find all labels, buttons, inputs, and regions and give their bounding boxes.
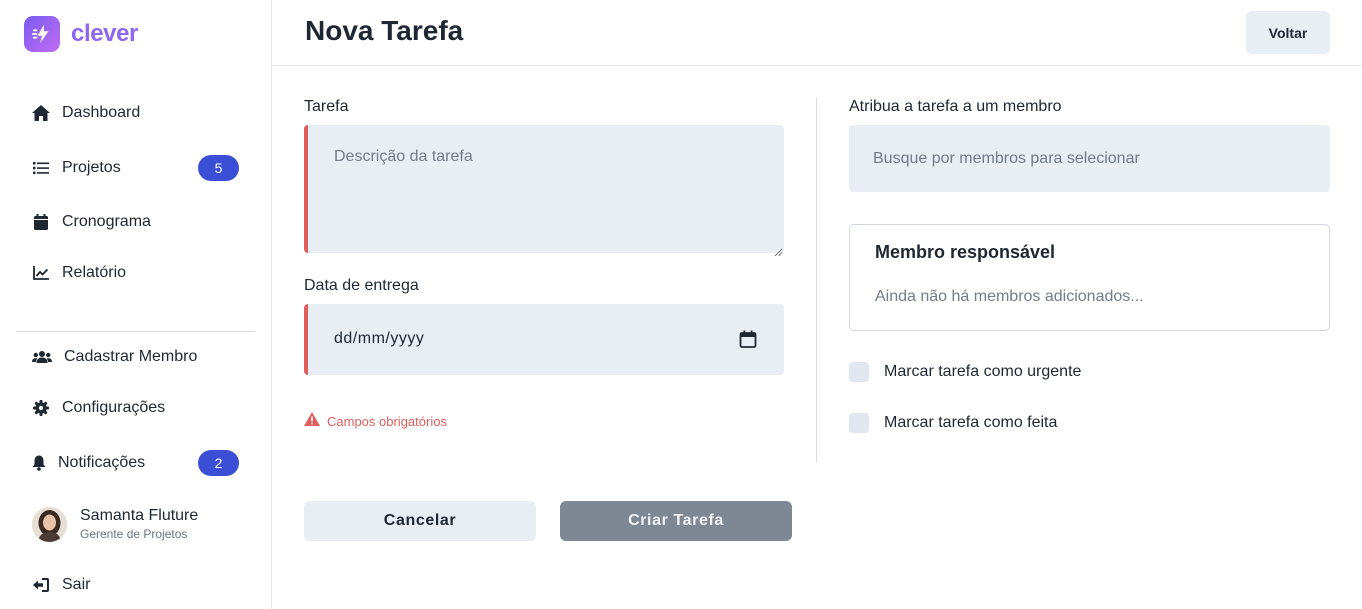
user-profile[interactable]: Samanta Fluture Gerente de Projetos (32, 506, 198, 542)
validation-error-text: Campos obrigatórios (327, 414, 447, 429)
back-button[interactable]: Voltar (1246, 11, 1330, 54)
responsible-member-empty: Ainda não há membros adicionados... (875, 288, 1144, 305)
column-divider (816, 98, 817, 462)
profile-role: Gerente de Projetos (80, 527, 188, 541)
responsible-member-card: Membro responsável Ainda não há membros … (849, 224, 1330, 331)
due-date-value: dd/mm/yyyy (334, 330, 425, 347)
home-icon (32, 104, 50, 122)
sidebar: clever Dashboard Projetos 5 Cronograma R… (0, 0, 272, 609)
create-task-button[interactable]: Criar Tarefa (560, 501, 792, 541)
sidebar-item-label: Cronograma (62, 213, 151, 230)
due-date-label: Data de entrega (304, 277, 419, 294)
page-title: Nova Tarefa (305, 15, 464, 46)
warning-icon (304, 412, 320, 431)
logout-label: Sair (62, 576, 91, 593)
logout-button[interactable]: Sair (16, 565, 254, 605)
bolt-logo-icon (24, 16, 60, 52)
gear-icon (32, 399, 50, 417)
done-checkbox[interactable] (849, 413, 869, 433)
sidebar-item-label: Dashboard (62, 104, 141, 121)
cancel-button[interactable]: Cancelar (304, 501, 536, 541)
notifications-count-badge: 2 (198, 450, 239, 476)
sidebar-item-label: Notificações (58, 454, 146, 471)
resize-handle-icon[interactable] (774, 243, 783, 257)
task-label: Tarefa (304, 98, 349, 115)
responsible-member-title: Membro responsável (875, 242, 1056, 262)
sidebar-item-dashboard[interactable]: Dashboard (16, 93, 254, 133)
task-description-placeholder: Descrição da tarefa (334, 148, 473, 165)
member-search-input[interactable]: Busque por membros para selecionar (849, 125, 1330, 192)
sidebar-item-relatorio[interactable]: Relatório (16, 253, 254, 293)
sidebar-item-configuracoes[interactable]: Configurações (16, 388, 254, 428)
sidebar-item-label: Configurações (62, 399, 166, 416)
bell-icon (32, 454, 46, 472)
sidebar-item-cronograma[interactable]: Cronograma (16, 202, 254, 242)
sidebar-item-label: Projetos (62, 159, 121, 176)
member-search-placeholder: Busque por membros para selecionar (873, 150, 1140, 167)
sidebar-item-cadastrar-membro[interactable]: Cadastrar Membro (16, 337, 254, 377)
avatar (32, 506, 67, 542)
done-checkbox-row[interactable]: Marcar tarefa como feita (849, 413, 1057, 433)
projects-count-badge: 5 (198, 155, 239, 181)
chart-icon (32, 264, 50, 282)
validation-error: Campos obrigatórios (304, 412, 447, 431)
sidebar-divider (16, 331, 255, 332)
urgent-checkbox-label[interactable]: Marcar tarefa como urgente (884, 363, 1081, 381)
done-checkbox-label[interactable]: Marcar tarefa como feita (884, 414, 1057, 432)
users-icon (32, 348, 52, 366)
urgent-checkbox[interactable] (849, 362, 869, 382)
profile-name: Samanta Fluture (80, 507, 199, 524)
list-icon (32, 159, 50, 177)
logo[interactable]: clever (24, 16, 138, 52)
brand-name: clever (71, 20, 138, 47)
due-date-input[interactable]: dd/mm/yyyy (304, 304, 784, 375)
app: clever Dashboard Projetos 5 Cronograma R… (0, 0, 1362, 609)
task-description-input[interactable]: Descrição da tarefa (304, 125, 784, 257)
calendar-icon (32, 213, 50, 231)
sidebar-item-notificacoes[interactable]: Notificações 2 (16, 443, 254, 483)
urgent-checkbox-row[interactable]: Marcar tarefa como urgente (849, 362, 1081, 382)
page-header: Nova Tarefa Voltar (272, 0, 1362, 66)
sidebar-item-projetos[interactable]: Projetos 5 (16, 148, 254, 188)
sidebar-item-label: Cadastrar Membro (64, 348, 198, 365)
assign-member-label: Atribua a tarefa a um membro (849, 98, 1062, 115)
calendar-picker-icon[interactable] (739, 330, 757, 348)
sidebar-item-label: Relatório (62, 264, 127, 281)
logout-icon (32, 576, 50, 594)
